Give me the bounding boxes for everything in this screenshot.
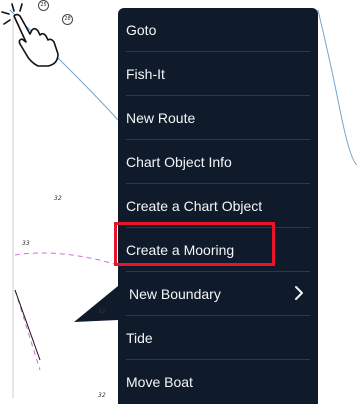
- menu-item-label: New Route: [126, 109, 196, 126]
- menu-item-chart-object-info[interactable]: Chart Object Info: [118, 140, 318, 183]
- tap-hand-icon: [1, 3, 59, 67]
- menu-item-goto[interactable]: Goto: [118, 8, 318, 51]
- menu-item-label: Tide: [126, 329, 153, 346]
- context-menu: Goto Fish-It New Route Chart Object Info…: [118, 8, 318, 404]
- menu-item-new-boundary[interactable]: New Boundary: [118, 272, 318, 315]
- menu-item-move-boat[interactable]: Move Boat: [118, 360, 318, 403]
- menu-item-label: Chart Object Info: [126, 153, 232, 170]
- menu-item-label: Goto: [126, 21, 157, 38]
- menu-item-label: Fish-It: [126, 65, 165, 82]
- depth-sounding: 32: [54, 195, 62, 202]
- depth-sounding: 33: [22, 240, 30, 247]
- menu-item-label: New Boundary: [129, 285, 221, 302]
- menu-item-label: Create a Chart Object: [126, 197, 263, 214]
- depth-sounding: 32: [98, 308, 106, 315]
- menu-item-label: Move Boat: [126, 373, 193, 390]
- menu-item-fish-it[interactable]: Fish-It: [118, 52, 318, 95]
- highlight-box: [114, 222, 275, 266]
- menu-item-tide[interactable]: Tide: [118, 316, 318, 359]
- depth-sounding: 32: [98, 392, 106, 399]
- menu-item-new-route[interactable]: New Route: [118, 96, 318, 139]
- menu-item-create-chart-object[interactable]: Create a Chart Object: [118, 184, 318, 227]
- chevron-right-icon: [295, 286, 303, 300]
- chart-marker: 28: [62, 14, 73, 25]
